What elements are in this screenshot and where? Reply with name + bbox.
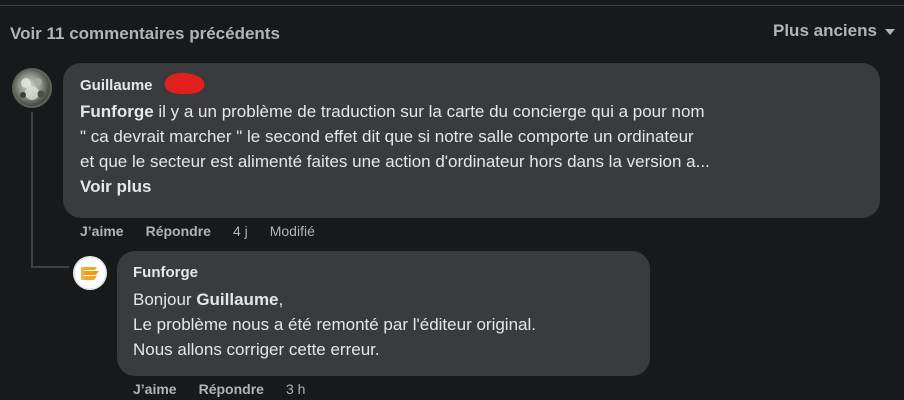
thread-connector-horizontal [31,266,69,268]
caret-down-icon [884,29,895,35]
edited-label[interactable]: Modifié [270,223,315,239]
funforge-logo-icon [73,256,107,290]
commenter-avatar[interactable] [12,68,52,108]
comment-actions: J’aime Répondre 4 j Modifié [80,223,337,239]
comment-text-line: " ca devrait marcher " le second effet d… [80,127,694,146]
like-button[interactable]: J’aime [80,223,124,239]
sort-dropdown[interactable]: Plus anciens [773,21,895,41]
reply-text-line: Nous allons corriger cette erreur. [133,340,380,359]
like-button[interactable]: J’aime [133,381,177,397]
reply-bubble: Funforge Bonjour Guillaume, Le problème … [117,251,650,376]
comment-text-line: Funforge il y a un problème de traductio… [80,102,705,121]
mention-link[interactable]: Guillaume [196,290,278,309]
reply-text-line: Bonjour Guillaume, [133,290,284,309]
reply-author[interactable]: Funforge [133,264,198,281]
comment-bubble: Guillaume Funforge il y a un problème de… [63,63,880,218]
thread-connector-vertical [31,112,33,268]
replier-avatar[interactable] [73,256,107,290]
sort-label: Plus anciens [773,21,877,40]
comment-timestamp[interactable]: 4 j [233,223,248,239]
redaction-scribble [164,73,205,94]
comment-text-line: et que le secteur est alimenté faites un… [80,152,710,171]
see-more-link[interactable]: Voir plus [80,174,870,199]
top-divider [0,5,904,6]
mention-link[interactable]: Funforge [80,102,154,121]
reply-button[interactable]: Répondre [146,223,211,239]
user-avatar-icon [12,68,52,108]
comment-text: Funforge il y a un problème de traductio… [80,99,870,199]
comment-author[interactable]: Guillaume [80,77,153,94]
reply-timestamp[interactable]: 3 h [286,381,305,397]
reply-text: Bonjour Guillaume, Le problème nous a ét… [133,287,643,362]
reply-text-line: Le problème nous a été remonté par l'édi… [133,315,536,334]
reply-button[interactable]: Répondre [199,381,264,397]
reply-actions: J’aime Répondre 3 h [133,381,327,397]
view-previous-comments-link[interactable]: Voir 11 commentaires précédents [10,24,280,44]
